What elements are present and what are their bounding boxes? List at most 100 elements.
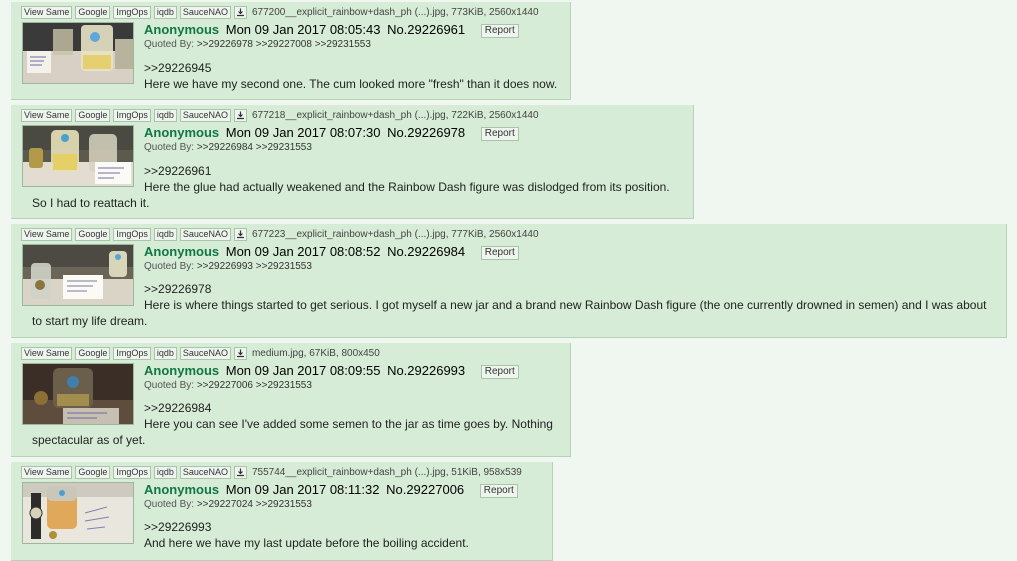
post-datetime: Mon 09 Jan 2017 08:11:32 (225, 482, 380, 497)
post-text-line-1: Here is where things started to get seri… (144, 298, 987, 312)
imgops-button[interactable]: ImgOps (113, 108, 151, 122)
poster-name: Anonymous (144, 482, 220, 497)
post-text-line-2: So I had to reattach it. (32, 196, 150, 210)
report-button[interactable]: Report (480, 24, 519, 38)
google-search-button[interactable]: Google (75, 465, 111, 479)
file-info[interactable]: 677223__explicit_rainbow+dash_ph (...).j… (252, 229, 539, 240)
quoted-by-links[interactable]: >>29226993 >>29231553 (197, 261, 312, 272)
iqdb-button[interactable]: iqdb (153, 346, 177, 360)
quote-link[interactable]: >>29226984 (144, 400, 553, 416)
quote-link[interactable]: >>29226945 (144, 60, 557, 76)
image-search-tools: View Same Google ImgOps iqdb SauceNAO 67… (21, 5, 539, 19)
post-text-line-2: to start my life dream. (32, 314, 148, 328)
post: View Same Google ImgOps iqdb SauceNAO 67… (11, 105, 694, 219)
post-number[interactable]: No.29226984 (387, 244, 465, 259)
post-thumbnail[interactable] (22, 482, 134, 544)
quote-link[interactable]: >>29226978 (144, 281, 986, 297)
poster-name: Anonymous (144, 22, 220, 37)
google-search-button[interactable]: Google (75, 108, 111, 122)
post-body: >>29226961 Here the glue had actually we… (144, 163, 670, 195)
post-number[interactable]: No.29226961 (387, 22, 465, 37)
poster-name: Anonymous (144, 125, 220, 140)
saucenao-button[interactable]: SauceNAO (179, 465, 231, 479)
post-datetime: Mon 09 Jan 2017 08:05:43 (225, 22, 381, 37)
quoted-by-label: Quoted By: (144, 499, 195, 510)
file-info[interactable]: 677200__explicit_rainbow+dash_ph (...).j… (252, 7, 539, 18)
quoted-by: Quoted By: >>29227006 >>29231553 (144, 380, 312, 391)
quote-link[interactable]: >>29226961 (144, 163, 670, 179)
saucenao-button[interactable]: SauceNAO (179, 227, 231, 241)
quoted-by: Quoted By: >>29226993 >>29231553 (144, 261, 312, 272)
post-thumbnail[interactable] (22, 244, 134, 306)
file-info[interactable]: medium.jpg, 67KiB, 800x450 (252, 348, 380, 359)
poster-name: Anonymous (144, 363, 220, 378)
image-search-tools: View Same Google ImgOps iqdb SauceNAO 75… (21, 465, 522, 479)
report-button[interactable]: Report (480, 127, 519, 141)
post: View Same Google ImgOps iqdb SauceNAO 67… (11, 2, 571, 100)
report-button[interactable]: Report (480, 246, 519, 260)
quoted-by-label: Quoted By: (144, 380, 195, 391)
download-icon[interactable] (233, 227, 247, 241)
iqdb-button[interactable]: iqdb (153, 108, 177, 122)
view-same-button[interactable]: View Same (21, 108, 73, 122)
imgops-button[interactable]: ImgOps (113, 465, 151, 479)
file-info[interactable]: 755744__explicit_rainbow+dash_ph (...).j… (252, 467, 522, 478)
view-same-button[interactable]: View Same (21, 465, 73, 479)
saucenao-button[interactable]: SauceNAO (179, 108, 231, 122)
post-body: >>29226993 And here we have my last upda… (144, 519, 469, 551)
quoted-by-links[interactable]: >>29226978 >>29227008 >>29231553 (197, 39, 371, 50)
google-search-button[interactable]: Google (75, 5, 111, 19)
saucenao-button[interactable]: SauceNAO (179, 346, 231, 360)
file-info[interactable]: 677218__explicit_rainbow+dash_ph (...).j… (252, 110, 539, 121)
post: View Same Google ImgOps iqdb SauceNAO 75… (11, 462, 553, 561)
image-search-tools: View Same Google ImgOps iqdb SauceNAO 67… (21, 227, 539, 241)
quoted-by-links[interactable]: >>29227006 >>29231553 (197, 380, 312, 391)
imgops-button[interactable]: ImgOps (113, 227, 151, 241)
report-button[interactable]: Report (480, 365, 519, 379)
post-number[interactable]: No.29226993 (387, 363, 465, 378)
iqdb-button[interactable]: iqdb (153, 465, 177, 479)
post-number[interactable]: No.29226978 (387, 125, 465, 140)
post: View Same Google ImgOps iqdb SauceNAO 67… (11, 224, 1007, 338)
view-same-button[interactable]: View Same (21, 346, 73, 360)
view-same-button[interactable]: View Same (21, 5, 73, 19)
post: View Same Google ImgOps iqdb SauceNAO me… (11, 343, 571, 457)
iqdb-button[interactable]: iqdb (153, 5, 177, 19)
post-number[interactable]: No.29227006 (386, 482, 464, 497)
view-same-button[interactable]: View Same (21, 227, 73, 241)
post-datetime: Mon 09 Jan 2017 08:09:55 (225, 363, 381, 378)
saucenao-button[interactable]: SauceNAO (179, 5, 231, 19)
post-body: >>29226984 Here you can see I've added s… (144, 400, 553, 432)
google-search-button[interactable]: Google (75, 227, 111, 241)
report-button[interactable]: Report (479, 484, 518, 498)
post-text-line-1: Here the glue had actually weakened and … (144, 180, 670, 194)
post-thumbnail[interactable] (22, 22, 134, 84)
poster-name: Anonymous (144, 244, 220, 259)
post-thumbnail[interactable] (22, 363, 134, 425)
quoted-by-links[interactable]: >>29227024 >>29231553 (197, 499, 312, 510)
post-thumbnail[interactable] (22, 125, 134, 187)
download-icon[interactable] (233, 5, 247, 19)
imgops-button[interactable]: ImgOps (113, 346, 151, 360)
quoted-by-label: Quoted By: (144, 39, 195, 50)
post-text-line-2: spectacular as of yet. (32, 433, 146, 447)
quote-link[interactable]: >>29226993 (144, 519, 469, 535)
post-body: >>29226945 Here we have my second one. T… (144, 60, 557, 92)
thread: View Same Google ImgOps iqdb SauceNAO 67… (0, 0, 1017, 561)
download-icon[interactable] (233, 108, 247, 122)
post-datetime: Mon 09 Jan 2017 08:08:52 (225, 244, 381, 259)
imgops-button[interactable]: ImgOps (113, 5, 151, 19)
iqdb-button[interactable]: iqdb (153, 227, 177, 241)
quoted-by: Quoted By: >>29226984 >>29231553 (144, 142, 312, 153)
post-body: >>29226978 Here is where things started … (144, 281, 986, 313)
download-icon[interactable] (233, 346, 247, 360)
quoted-by-label: Quoted By: (144, 142, 195, 153)
quoted-by-label: Quoted By: (144, 261, 195, 272)
download-icon[interactable] (233, 465, 247, 479)
post-text: Here we have my second one. The cum look… (144, 77, 558, 91)
google-search-button[interactable]: Google (75, 346, 111, 360)
post-datetime: Mon 09 Jan 2017 08:07:30 (225, 125, 381, 140)
quoted-by-links[interactable]: >>29226984 >>29231553 (197, 142, 312, 153)
quoted-by: Quoted By: >>29227024 >>29231553 (144, 499, 312, 510)
image-search-tools: View Same Google ImgOps iqdb SauceNAO 67… (21, 108, 539, 122)
